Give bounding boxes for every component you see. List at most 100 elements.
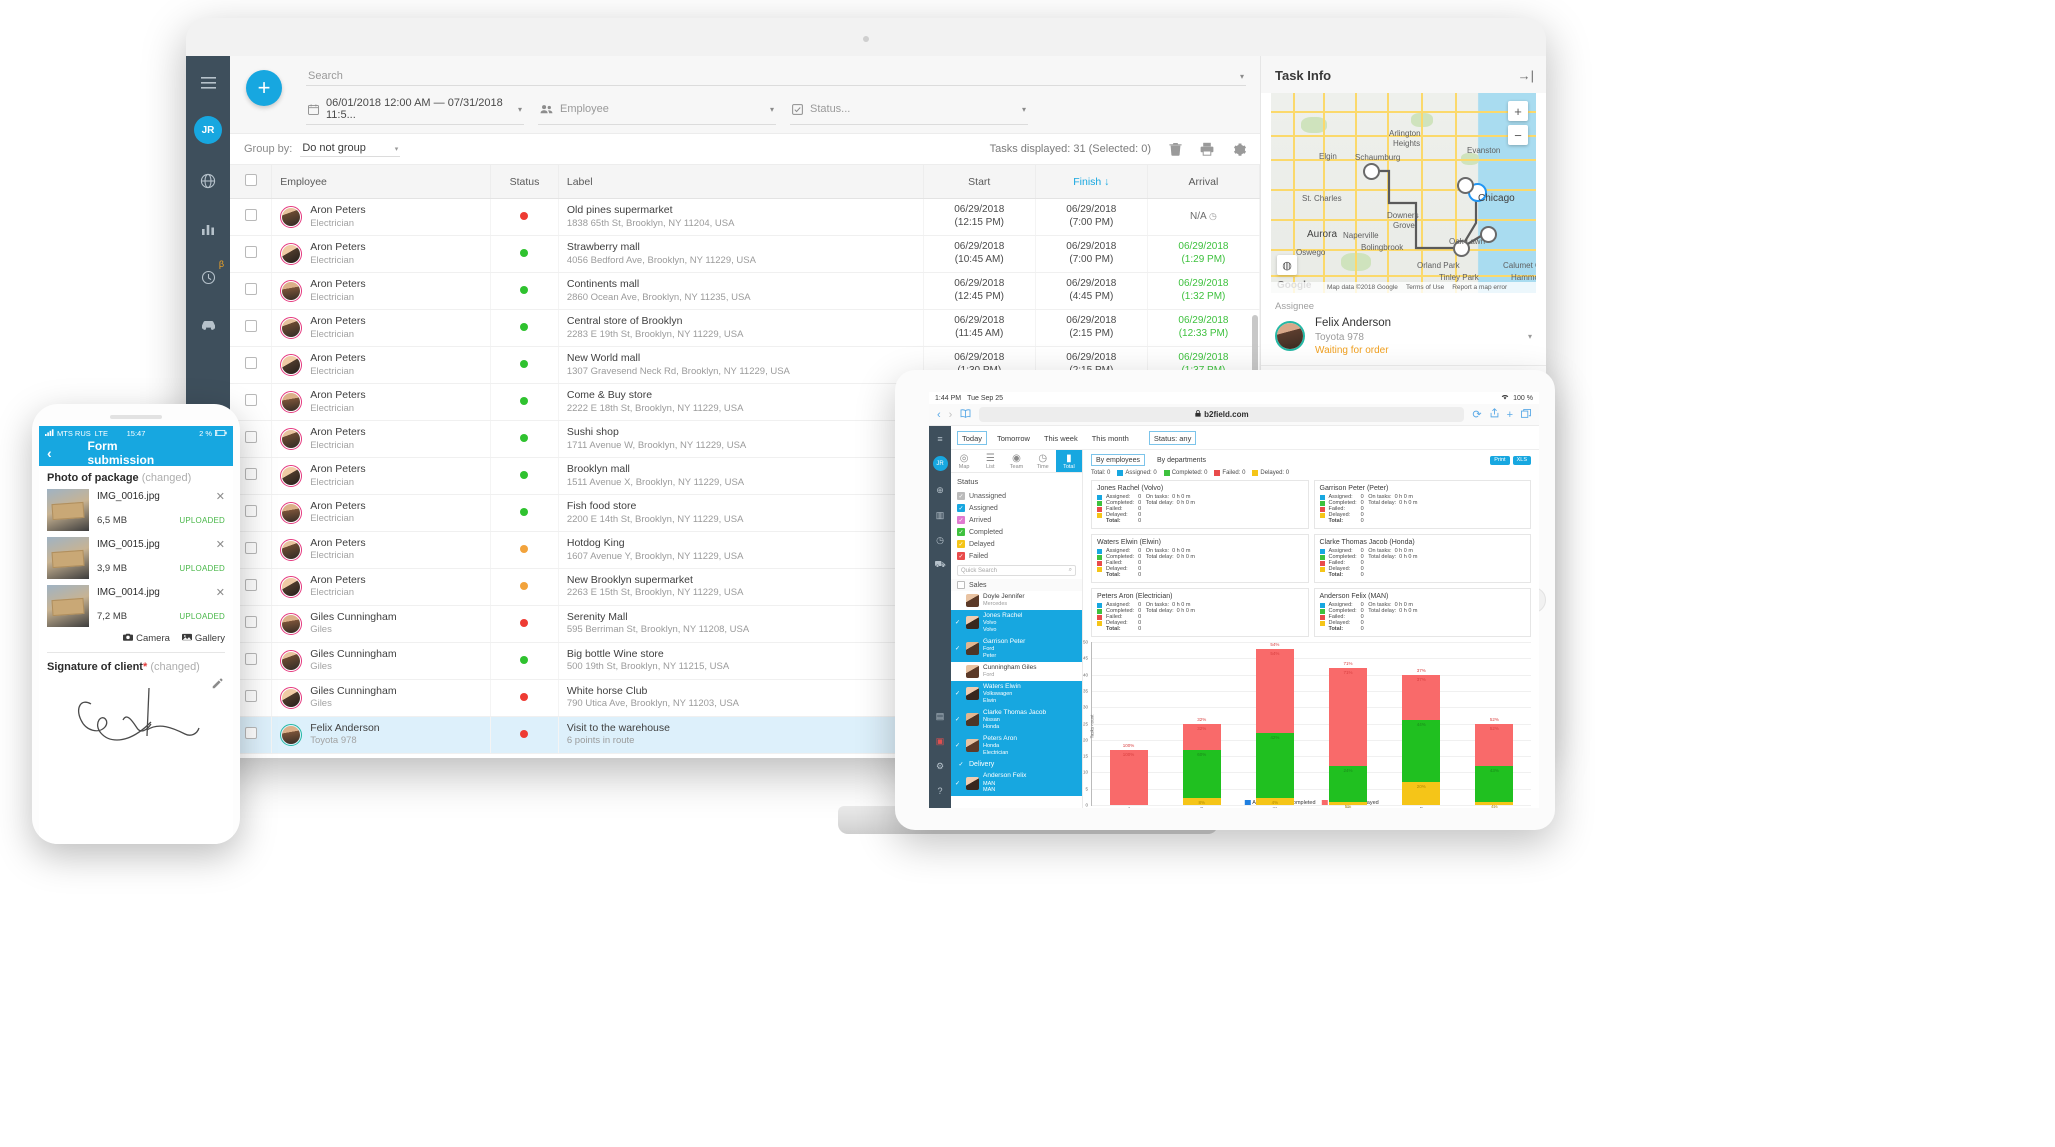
row-checkbox[interactable] <box>244 283 257 296</box>
checkbox-icon[interactable]: ✓ <box>955 690 962 697</box>
checkbox-icon[interactable]: ✓ <box>957 504 965 512</box>
employee-list-item[interactable]: ✓ Garrison Peter Ford Peter <box>951 635 1082 662</box>
map-terms-link[interactable]: Terms of Use <box>1406 284 1444 291</box>
checkbox-icon[interactable]: ✓ <box>957 516 965 524</box>
row-checkbox[interactable] <box>244 653 257 666</box>
chevron-down-icon[interactable]: ▾ <box>510 105 522 114</box>
address-bar[interactable]: b2field.com <box>979 407 1465 422</box>
signature-pad[interactable] <box>47 678 225 756</box>
date-range-filter[interactable]: 06/01/2018 12:00 AM — 07/31/2018 11:5...… <box>306 95 524 125</box>
status-option-delayed[interactable]: ✓ Delayed <box>951 538 1082 550</box>
employee-stat-card[interactable]: Garrison Peter (Peter) Assigned: 0 On task… <box>1313 480 1531 529</box>
view-tab-time[interactable]: ◷ Time <box>1030 450 1056 472</box>
back-chevron-icon[interactable]: ‹ <box>937 409 941 421</box>
chart-icon[interactable]: ▥ <box>932 507 948 523</box>
status-option-failed[interactable]: ✓ Failed <box>951 550 1082 562</box>
view-tab-total[interactable]: ▮ Total <box>1055 450 1083 472</box>
row-checkbox[interactable] <box>244 431 257 444</box>
chart-icon[interactable] <box>193 214 223 244</box>
checkbox-icon[interactable]: ✓ <box>957 540 965 548</box>
checkbox-icon[interactable]: ✓ <box>955 619 962 626</box>
row-checkbox[interactable] <box>244 505 257 518</box>
assignee-row[interactable]: Felix Anderson Toyota 978 Waiting for or… <box>1275 316 1532 357</box>
time-filter-tomorrow[interactable]: Tomorrow <box>993 432 1034 444</box>
employee-stat-card[interactable]: Peters Aron (Electrician) Assigned: 0 On t… <box>1091 588 1309 637</box>
employee-stat-card[interactable]: Anderson Felix (MAN) Assigned: 0 On tasks:… <box>1313 588 1531 637</box>
clock-beta-icon[interactable]: β <box>193 259 224 292</box>
status-option-arrived[interactable]: ✓ Arrived <box>951 514 1082 526</box>
notifications-icon[interactable]: ▣ <box>932 733 948 749</box>
file-item[interactable]: IMG_0014.jpg ✕ 7,2 MB UPLOADED <box>47 585 225 627</box>
xls-button[interactable]: XLS <box>1512 455 1531 465</box>
view-tab-team[interactable]: ◉ Team <box>1003 450 1029 472</box>
trash-icon[interactable] <box>1169 142 1182 156</box>
employee-stat-card[interactable]: Waters Elwin (Elwin) Assigned: 0 On tasks:… <box>1091 534 1309 583</box>
row-checkbox[interactable] <box>244 727 257 740</box>
car-icon[interactable]: ⛟ <box>932 557 948 573</box>
avatar-jr[interactable]: JR <box>194 116 222 144</box>
tab-by-departments[interactable]: By departments <box>1153 455 1210 465</box>
search-input[interactable]: Search ▾ <box>306 68 1246 86</box>
row-checkbox[interactable] <box>244 468 257 481</box>
gallery-button[interactable]: Gallery <box>181 633 225 644</box>
file-item[interactable]: IMG_0016.jpg ✕ 6,5 MB UPLOADED <box>47 489 225 531</box>
status-option-completed[interactable]: ✓ Completed <box>951 526 1082 538</box>
status-filter[interactable]: Status... ▾ <box>790 95 1028 125</box>
column-arrival[interactable]: Arrival <box>1147 165 1260 199</box>
share-icon[interactable] <box>1490 408 1499 421</box>
tasks-bar-chart[interactable]: Tasks count 05101520253035404550 Assigne… <box>1083 640 1531 808</box>
employee-list-item[interactable]: ✓ Anderson Felix MAN MAN <box>951 770 1082 797</box>
checkbox-icon[interactable]: ✓ <box>957 760 965 769</box>
camera-button[interactable]: Camera <box>123 633 170 644</box>
chart-bar[interactable]: 100% 100% J <box>1109 743 1148 808</box>
table-row[interactable]: Aron Peters Electrician Strawberry mall 405… <box>230 235 1260 273</box>
column-employee[interactable]: Employee <box>271 165 492 199</box>
map-satellite-icon[interactable]: ◍ <box>1277 255 1297 275</box>
printer-icon[interactable] <box>1200 142 1214 156</box>
car-icon[interactable] <box>193 310 223 340</box>
chart-bar[interactable]: 4% 43% 52% 52% A <box>1475 717 1514 808</box>
close-icon[interactable]: ✕ <box>216 538 225 551</box>
gear-icon[interactable] <box>1232 142 1246 156</box>
employee-list-item[interactable]: ✓ Clarke Thomas Jacob Nissan Honda <box>951 706 1082 733</box>
chart-bar[interactable]: 5% 24% 71% 71% C <box>1329 661 1368 808</box>
plus-icon[interactable]: + <box>1507 409 1513 421</box>
chart-bar[interactable]: 4% 42% 54% 54% W <box>1255 642 1294 808</box>
pencil-icon[interactable] <box>212 678 223 692</box>
group-by-select[interactable]: Do not group ▾ <box>300 141 401 157</box>
group-sales[interactable]: Sales <box>951 579 1082 591</box>
chevron-down-icon[interactable]: ▾ <box>1528 332 1532 341</box>
checkbox-icon[interactable]: ✓ <box>957 552 965 560</box>
select-all-checkbox[interactable] <box>244 174 257 186</box>
status-filter-chip[interactable]: Status: any <box>1148 431 1197 445</box>
employee-list-item[interactable]: Cunningham Giles Ford <box>951 662 1082 681</box>
checkbox-icon[interactable]: ✓ <box>957 492 965 500</box>
table-row[interactable]: Aron Peters Electrician Old pines supermar… <box>230 198 1260 236</box>
chevron-down-icon[interactable]: ▾ <box>1014 105 1026 114</box>
time-filter-this-week[interactable]: This week <box>1040 432 1082 444</box>
collapse-right-icon[interactable]: →| <box>1518 68 1534 83</box>
book-icon[interactable] <box>960 408 971 421</box>
route-node[interactable] <box>1363 163 1380 180</box>
employee-filter[interactable]: Employee ▾ <box>538 95 776 125</box>
globe-icon[interactable]: ⊕ <box>932 482 948 498</box>
column-label[interactable]: Label <box>558 165 924 199</box>
employee-list-item[interactable]: ✓ Peters Aron Honda Electrician <box>951 732 1082 759</box>
checkbox-icon[interactable]: ✓ <box>955 716 962 723</box>
time-filter-today[interactable]: Today <box>957 431 988 445</box>
column-status[interactable]: Status <box>490 165 559 199</box>
row-checkbox[interactable] <box>244 690 257 703</box>
table-row[interactable]: Aron Peters Electrician Continents mall 286… <box>230 272 1260 310</box>
checkbox-icon[interactable]: ✓ <box>955 742 962 749</box>
print-button[interactable]: Print <box>1490 455 1510 465</box>
status-option-unassigned[interactable]: ✓ Unassigned <box>951 490 1082 502</box>
chevron-down-icon[interactable]: ▾ <box>1232 72 1244 81</box>
checkbox-icon[interactable]: ✓ <box>957 528 965 536</box>
employee-list-item[interactable]: ✓ Jones Rachel Volvo Volvo <box>951 610 1082 636</box>
route-node[interactable] <box>1457 177 1474 194</box>
menu-icon[interactable]: ≡ <box>932 431 948 447</box>
tabs-icon[interactable] <box>1521 408 1531 421</box>
panel-icon[interactable]: ▤ <box>932 708 948 724</box>
checkbox-icon[interactable]: ✓ <box>955 780 962 787</box>
row-checkbox[interactable] <box>244 246 257 259</box>
